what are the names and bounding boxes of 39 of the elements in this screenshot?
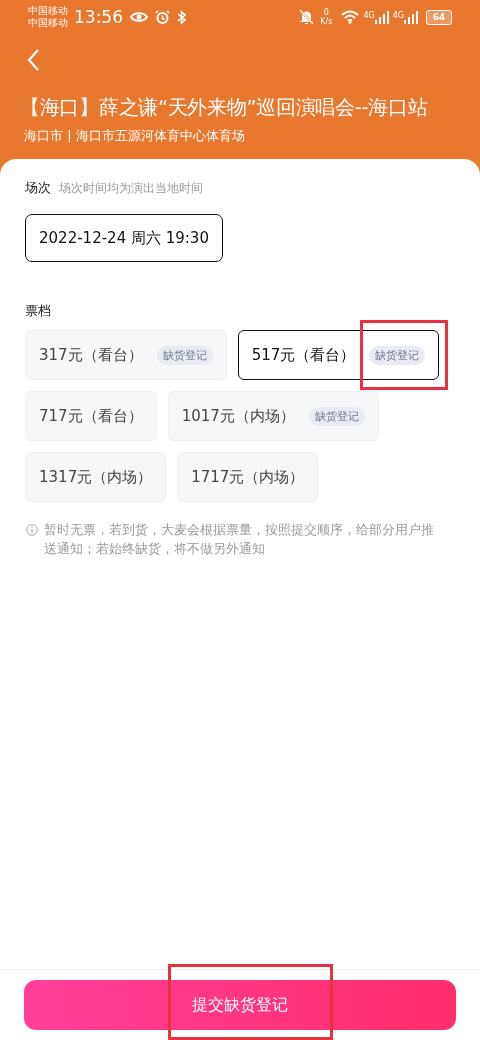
wifi-icon (341, 10, 360, 24)
ticket-price: 517元（看台） (251, 345, 356, 365)
info-icon (26, 524, 38, 536)
clock-time: 13:56 (74, 7, 123, 27)
section-hint: 场次时间均为演出当地时间 (59, 180, 203, 197)
session-option[interactable]: 2022-12-24 周六 19:30 (25, 214, 223, 262)
stock-tag: 缺货登记 (369, 345, 426, 365)
event-title: 【海口】薛之谦“天外来物”巡回演唱会--海口站 (19, 95, 429, 121)
ticket-price: 717元（看台） (39, 406, 143, 426)
notice-text: 暂时无票，若到货，大麦会根据票量，按照提交顺序，给部分用户推送通知；若始终缺货，将不做另外通知 (44, 521, 435, 558)
speed-value: 0 (323, 8, 329, 17)
ticket-option[interactable]: 717元（看台） (25, 391, 157, 441)
carrier-name: 中国移动 (28, 17, 68, 29)
back-icon[interactable] (26, 48, 40, 72)
ticket-price: 1717元（内场） (191, 467, 305, 487)
network-label: 4G (392, 10, 404, 20)
eye-icon (130, 10, 148, 24)
ticket-option[interactable]: 317元（看台） 缺货登记 (25, 330, 227, 380)
alarm-icon (155, 9, 170, 25)
ticket-price: 1017元（内场） (181, 406, 295, 426)
muted-bell-icon (299, 9, 315, 25)
ticket-option[interactable]: 1017元（内场） 缺货登记 (167, 391, 379, 441)
ticket-price: 1317元（内场） (39, 467, 153, 487)
ticket-option[interactable]: 1717元（内场） (177, 452, 319, 502)
battery-icon: 64 (426, 9, 452, 25)
ticket-option[interactable]: 1317元（内场） (25, 452, 167, 502)
network-label: 4G (363, 10, 375, 20)
stock-tag: 缺货登记 (156, 345, 213, 365)
ticket-price: 317元（看台） (39, 345, 143, 365)
section-label: 场次 (25, 179, 51, 197)
section-label: 票档 (25, 302, 51, 320)
carrier-name: 中国移动 (28, 5, 68, 17)
venue-text: 海口市 | 海口市五源河体育中心体育场 (23, 127, 246, 145)
signal-icon (404, 10, 418, 24)
ticket-option[interactable]: 517元（看台） 缺货登记 (237, 330, 440, 380)
signal-icon (374, 10, 389, 24)
bluetooth-icon (177, 9, 186, 25)
stock-tag: 缺货登记 (308, 406, 365, 426)
speed-unit: K/s (320, 17, 333, 26)
